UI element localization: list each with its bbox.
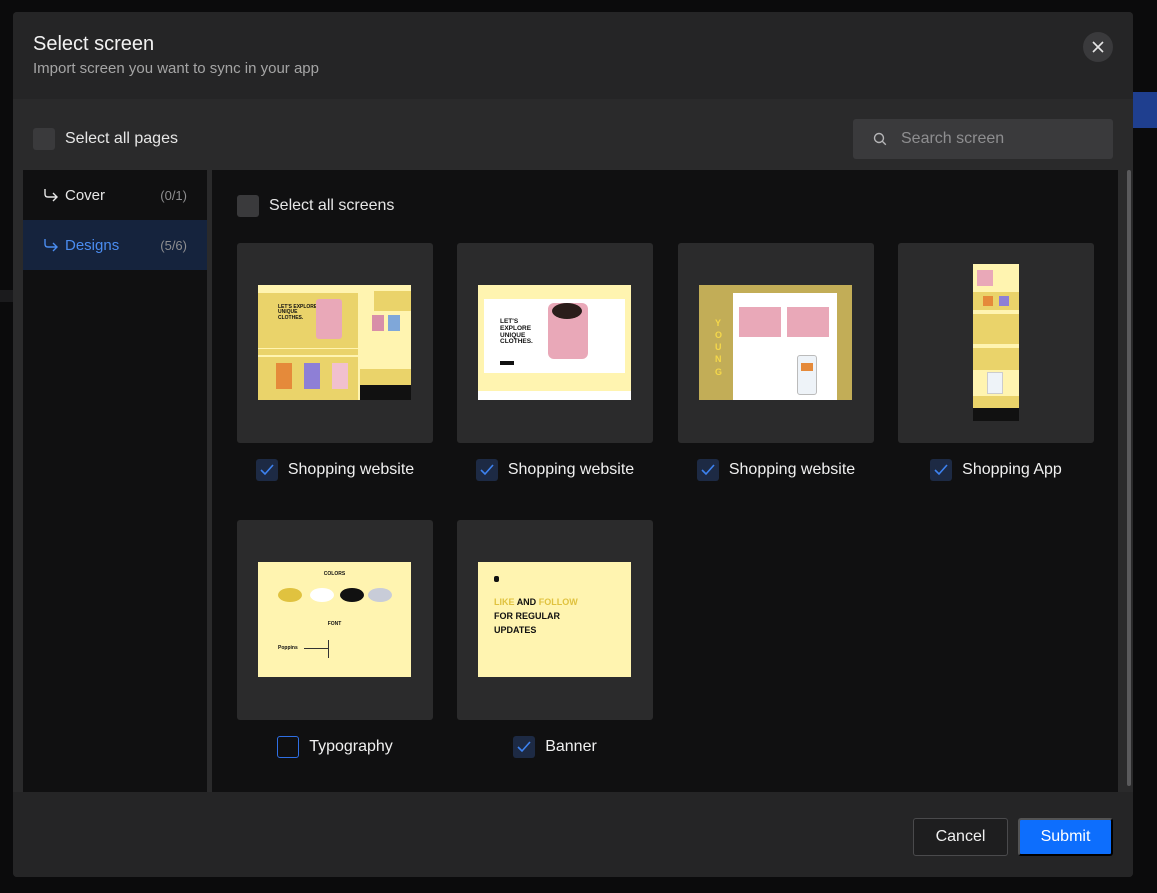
screen-caption: Shopping App <box>898 458 1094 482</box>
screen-caption: Shopping website <box>678 458 874 482</box>
screen-checkbox[interactable] <box>277 736 300 758</box>
screen-caption: Shopping website <box>457 458 653 482</box>
select-all-screens-label: Select all screens <box>269 197 395 214</box>
thumb-colors-text: COLORS <box>323 571 346 577</box>
screen-label: Banner <box>545 738 597 755</box>
thumb-hero-text: LET'S EXPLORE UNIQUE CLOTHES. <box>278 304 318 321</box>
screen-checkbox[interactable] <box>475 459 498 481</box>
close-icon <box>1092 41 1104 53</box>
thumbnail-image: COLORS FONT Poppins <box>258 562 411 677</box>
screen-card[interactable]: COLORS FONT Poppins Typography <box>237 520 433 759</box>
screen-label: Typography <box>309 738 393 755</box>
sidebar-item-count: (0/1) <box>160 187 187 203</box>
link-arrow-icon <box>44 239 58 252</box>
checkmark-icon <box>260 464 274 476</box>
screen-label: Shopping website <box>507 461 635 478</box>
thumb-young-text: YOUNG <box>715 318 723 377</box>
dialog-header: Select screen Import screen you want to … <box>13 12 1133 99</box>
cancel-button[interactable]: Cancel <box>913 818 1008 856</box>
screen-checkbox[interactable] <box>513 736 536 758</box>
select-all-screens-checkbox[interactable] <box>237 195 259 217</box>
checkmark-icon <box>517 741 531 753</box>
background-fragment <box>0 290 14 302</box>
screen-card[interactable]: Shopping App <box>898 243 1094 482</box>
link-arrow-icon <box>44 189 58 202</box>
screen-card[interactable]: LET'S EXPLORE UNIQUE CLOTHES. Shopping w… <box>237 243 433 482</box>
select-all-pages-checkbox[interactable] <box>33 128 55 150</box>
sidebar-item-designs[interactable]: Designs (5/6) <box>23 220 207 270</box>
thumb-font-text: FONT <box>327 621 342 627</box>
dialog-title: Select screen <box>33 33 155 55</box>
screen-checkbox[interactable] <box>930 459 953 481</box>
dialog-subtitle: Import screen you want to sync in your a… <box>33 60 319 77</box>
screen-thumbnail[interactable]: LET'S EXPLORE UNIQUE CLOTHES. <box>457 243 653 443</box>
screen-caption: Typography <box>237 735 433 759</box>
pages-sidebar: Cover (0/1) Designs (5/6) <box>23 170 207 792</box>
screen-label: Shopping website <box>287 461 415 478</box>
screen-caption: Shopping website <box>237 458 433 482</box>
dialog-toolbar: Select all pages <box>13 99 1133 170</box>
screen-checkbox[interactable] <box>255 459 278 481</box>
thumbnail-image: LET'S EXPLORE UNIQUE CLOTHES. <box>478 285 631 400</box>
thumb-hero-text: LET'S EXPLORE UNIQUE CLOTHES. <box>500 318 533 346</box>
screen-card[interactable]: YOUNG Shopping website <box>678 243 874 482</box>
search-icon <box>873 132 887 146</box>
screen-caption: Banner <box>457 735 653 759</box>
sidebar-item-label: Designs <box>65 236 120 254</box>
screens-panel: Select all screens LET'S EXPLORE UNIQUE … <box>212 170 1118 792</box>
screen-card[interactable]: LET'S EXPLORE UNIQUE CLOTHES. Shopping w… <box>457 243 653 482</box>
screen-thumbnail[interactable] <box>898 243 1094 443</box>
select-all-screens[interactable]: Select all screens <box>237 195 394 217</box>
sidebar-item-cover[interactable]: Cover (0/1) <box>23 170 207 220</box>
thumbnail-image: LET'S EXPLORE UNIQUE CLOTHES. <box>258 285 411 400</box>
select-all-pages-label: Select all pages <box>65 130 178 147</box>
thumb-font-name: Poppins <box>278 645 298 651</box>
thumb-banner-text: LIKE AND FOLLOW FOR REGULAR UPDATES <box>494 597 578 635</box>
checkmark-icon <box>701 464 715 476</box>
thumbnail-image: LIKE AND FOLLOW FOR REGULAR UPDATES <box>478 562 631 677</box>
close-button[interactable] <box>1083 32 1113 62</box>
screen-label: Shopping App <box>962 461 1062 478</box>
screen-thumbnail[interactable]: LET'S EXPLORE UNIQUE CLOTHES. <box>237 243 433 443</box>
panel-scrollbar[interactable] <box>1127 170 1131 786</box>
screen-card[interactable]: LIKE AND FOLLOW FOR REGULAR UPDATES Bann… <box>457 520 653 759</box>
dialog-footer: Cancel Submit <box>13 792 1133 877</box>
search-box[interactable] <box>853 119 1113 159</box>
select-all-pages[interactable]: Select all pages <box>33 128 178 150</box>
thumbnail-image: YOUNG <box>699 285 852 400</box>
submit-button[interactable]: Submit <box>1018 818 1113 856</box>
thumbnail-image <box>973 264 1019 421</box>
select-screen-dialog: Select screen Import screen you want to … <box>13 12 1133 877</box>
checkmark-icon <box>934 464 948 476</box>
screen-thumbnail[interactable]: LIKE AND FOLLOW FOR REGULAR UPDATES <box>457 520 653 720</box>
sidebar-item-label: Cover <box>65 186 106 204</box>
sidebar-item-count: (5/6) <box>160 237 187 253</box>
search-input[interactable] <box>901 130 1101 148</box>
screen-checkbox[interactable] <box>696 459 719 481</box>
screen-thumbnail[interactable]: COLORS FONT Poppins <box>237 520 433 720</box>
screen-label: Shopping website <box>728 461 856 478</box>
checkmark-icon <box>480 464 494 476</box>
screen-thumbnail[interactable]: YOUNG <box>678 243 874 443</box>
